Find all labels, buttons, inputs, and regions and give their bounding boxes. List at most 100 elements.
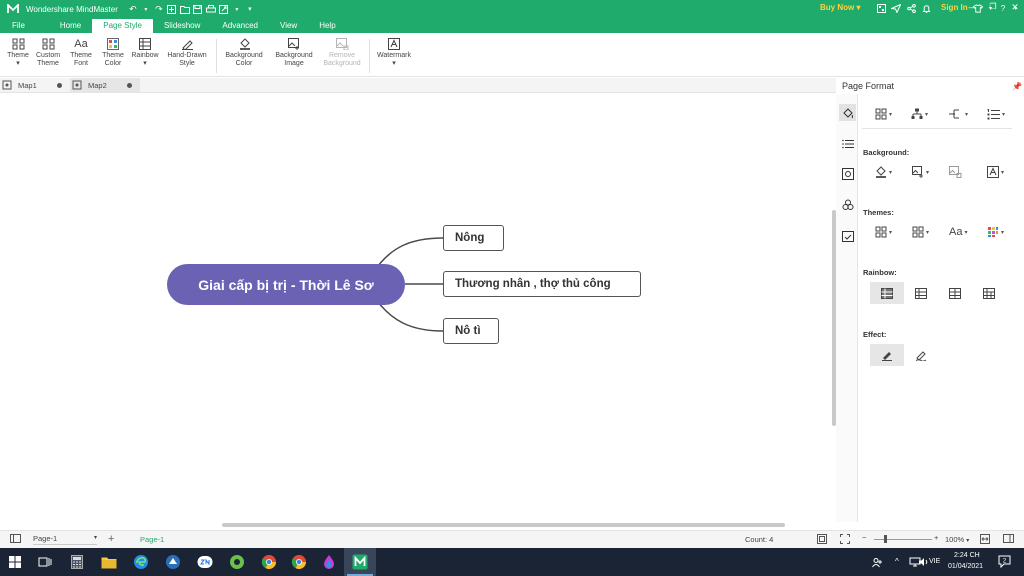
rainbow-option-2[interactable] [904,282,938,304]
task-view-icon[interactable] [36,553,54,571]
task-icon[interactable] [839,227,856,244]
horizontal-scrollbar[interactable] [222,523,785,527]
clock-date[interactable]: 01/04/2021 [948,563,983,570]
marks-icon[interactable] [839,196,856,213]
zoom-slider-thumb[interactable] [884,535,887,543]
window-controls: – ❐ ✕ [966,2,1020,13]
chrome-icon[interactable] [260,553,278,571]
zoom-in-icon[interactable]: + [934,533,938,542]
edge-browser-icon[interactable] [132,553,150,571]
mindmap-connectors [377,237,444,332]
themes-section-label: Themes: [863,208,894,217]
mindmaster-window: Wondershare MindMaster ↶ ▾ ↷ ▾ ▾ Buy Now [0,0,1024,576]
show-hidden-icons[interactable]: ^ [895,557,899,566]
page-select[interactable]: Page-1 ▾ [33,534,97,545]
effect-section-label: Effect: [863,330,887,339]
panel-theme-color-button[interactable]: ▾ [987,225,1013,239]
panel-remove-bg-button[interactable] [949,165,975,179]
hand-drawn-pen-icon [915,350,927,361]
input-language[interactable]: VIE [929,558,940,565]
calculator-icon[interactable] [68,553,86,571]
bell-icon[interactable] [921,3,931,14]
chrome-profile-icon[interactable] [290,553,308,571]
side-panel-tabs [836,94,858,522]
effect-option-hand-drawn[interactable] [904,344,938,366]
page-select-value: Page-1 [33,534,58,543]
windows-taskbar: ^ VIE 2:24 CH 01/04/2021 2 [0,548,1024,576]
zoom-slider[interactable] [874,539,932,540]
custom-theme-icon [912,226,924,238]
notification-center-icon[interactable]: 2 [998,555,1011,570]
main-topic-thuong-nhan[interactable]: Thương nhân , thợ thủ công [443,271,641,297]
main-topic-no-ti[interactable]: Nô tì [443,318,499,344]
publish-icon[interactable] [876,3,886,14]
effect-options [870,344,938,366]
page-format-icon[interactable] [839,104,856,121]
people-icon[interactable] [872,557,883,570]
sign-in-button[interactable]: Sign In [941,3,968,12]
clock-time[interactable]: 2:24 CH [954,552,980,559]
panel-theme-button[interactable]: ▾ [875,225,901,239]
grid-icon [881,287,893,299]
windows-start-icon[interactable] [6,553,24,571]
remove-image-icon [949,166,962,178]
central-topic[interactable]: Giai cấp bị trị - Thời Lê Sơ [167,264,405,305]
mindmaster-taskbar-icon[interactable] [351,553,369,571]
pen-icon [882,351,892,361]
effect-option-normal[interactable] [870,344,904,366]
zoom-out-icon[interactable]: − [862,533,866,542]
rainbow-options [870,282,1006,304]
rainbow-option-3[interactable] [938,282,972,304]
chevron-down-icon: ▾ [856,3,861,12]
numbered-list-icon [987,108,1000,119]
share-icon[interactable] [906,3,916,14]
zoom-level[interactable]: 100% ▾ [945,535,969,544]
rainbow-option-4[interactable] [972,282,1006,304]
fullscreen-icon[interactable] [840,534,850,546]
background-section-label: Background: [863,148,910,157]
outline-list-icon[interactable] [839,135,856,152]
numbering-button[interactable]: ▾ [987,107,1013,121]
page-tab[interactable]: Page-1 [140,535,164,544]
app-circle-icon[interactable] [164,553,182,571]
drop-app-icon[interactable] [320,553,338,571]
org-chart-icon [911,108,923,119]
watermark-icon [987,166,999,178]
close-icon[interactable]: ✕ [1010,2,1020,13]
pin-icon[interactable]: 📌 [1012,82,1022,91]
main-topic-nong[interactable]: Nông [443,225,504,251]
connector-button[interactable]: ▾ [949,107,975,121]
file-explorer-icon[interactable] [100,553,118,571]
page-panel-icon[interactable] [10,534,21,545]
minimize-icon[interactable]: – [966,2,976,13]
volume-icon[interactable] [918,557,929,569]
zalo-icon[interactable] [196,553,214,571]
zoom-level-value: 100% [945,535,965,544]
title-right-toolbar [876,3,931,14]
panel-watermark-button[interactable]: ▾ [987,165,1013,179]
panel-bg-image-button[interactable]: ▾ [912,165,938,179]
structure-button[interactable]: ▾ [875,107,901,121]
image-icon [912,166,923,178]
panel-bg-color-button[interactable]: ▾ [875,165,901,179]
rainbow-option-none[interactable] [870,282,904,304]
panel-theme-font-button[interactable]: Aa ▾ [949,225,975,239]
topic-count: Count: 4 [745,535,774,544]
restore-icon[interactable]: ❐ [988,2,998,13]
send-icon[interactable] [891,3,901,14]
fit-page-icon[interactable] [817,534,827,546]
grid-icon [949,287,961,299]
grid-icon [983,287,995,299]
panel-toggle-icon[interactable] [1003,534,1014,545]
grid-icon [915,287,927,299]
green-app-icon[interactable] [228,553,246,571]
fit-width-icon[interactable] [980,534,990,546]
clipart-icon[interactable] [839,165,856,182]
chevron-down-icon: ▾ [966,538,970,544]
panel-divider [862,128,1012,129]
layout-button[interactable]: ▾ [911,107,937,121]
panel-custom-theme-button[interactable]: ▾ [912,225,938,239]
add-page-icon[interactable]: + [108,533,114,545]
panel-title: Page Format [842,81,895,91]
connector-icon [949,109,959,119]
